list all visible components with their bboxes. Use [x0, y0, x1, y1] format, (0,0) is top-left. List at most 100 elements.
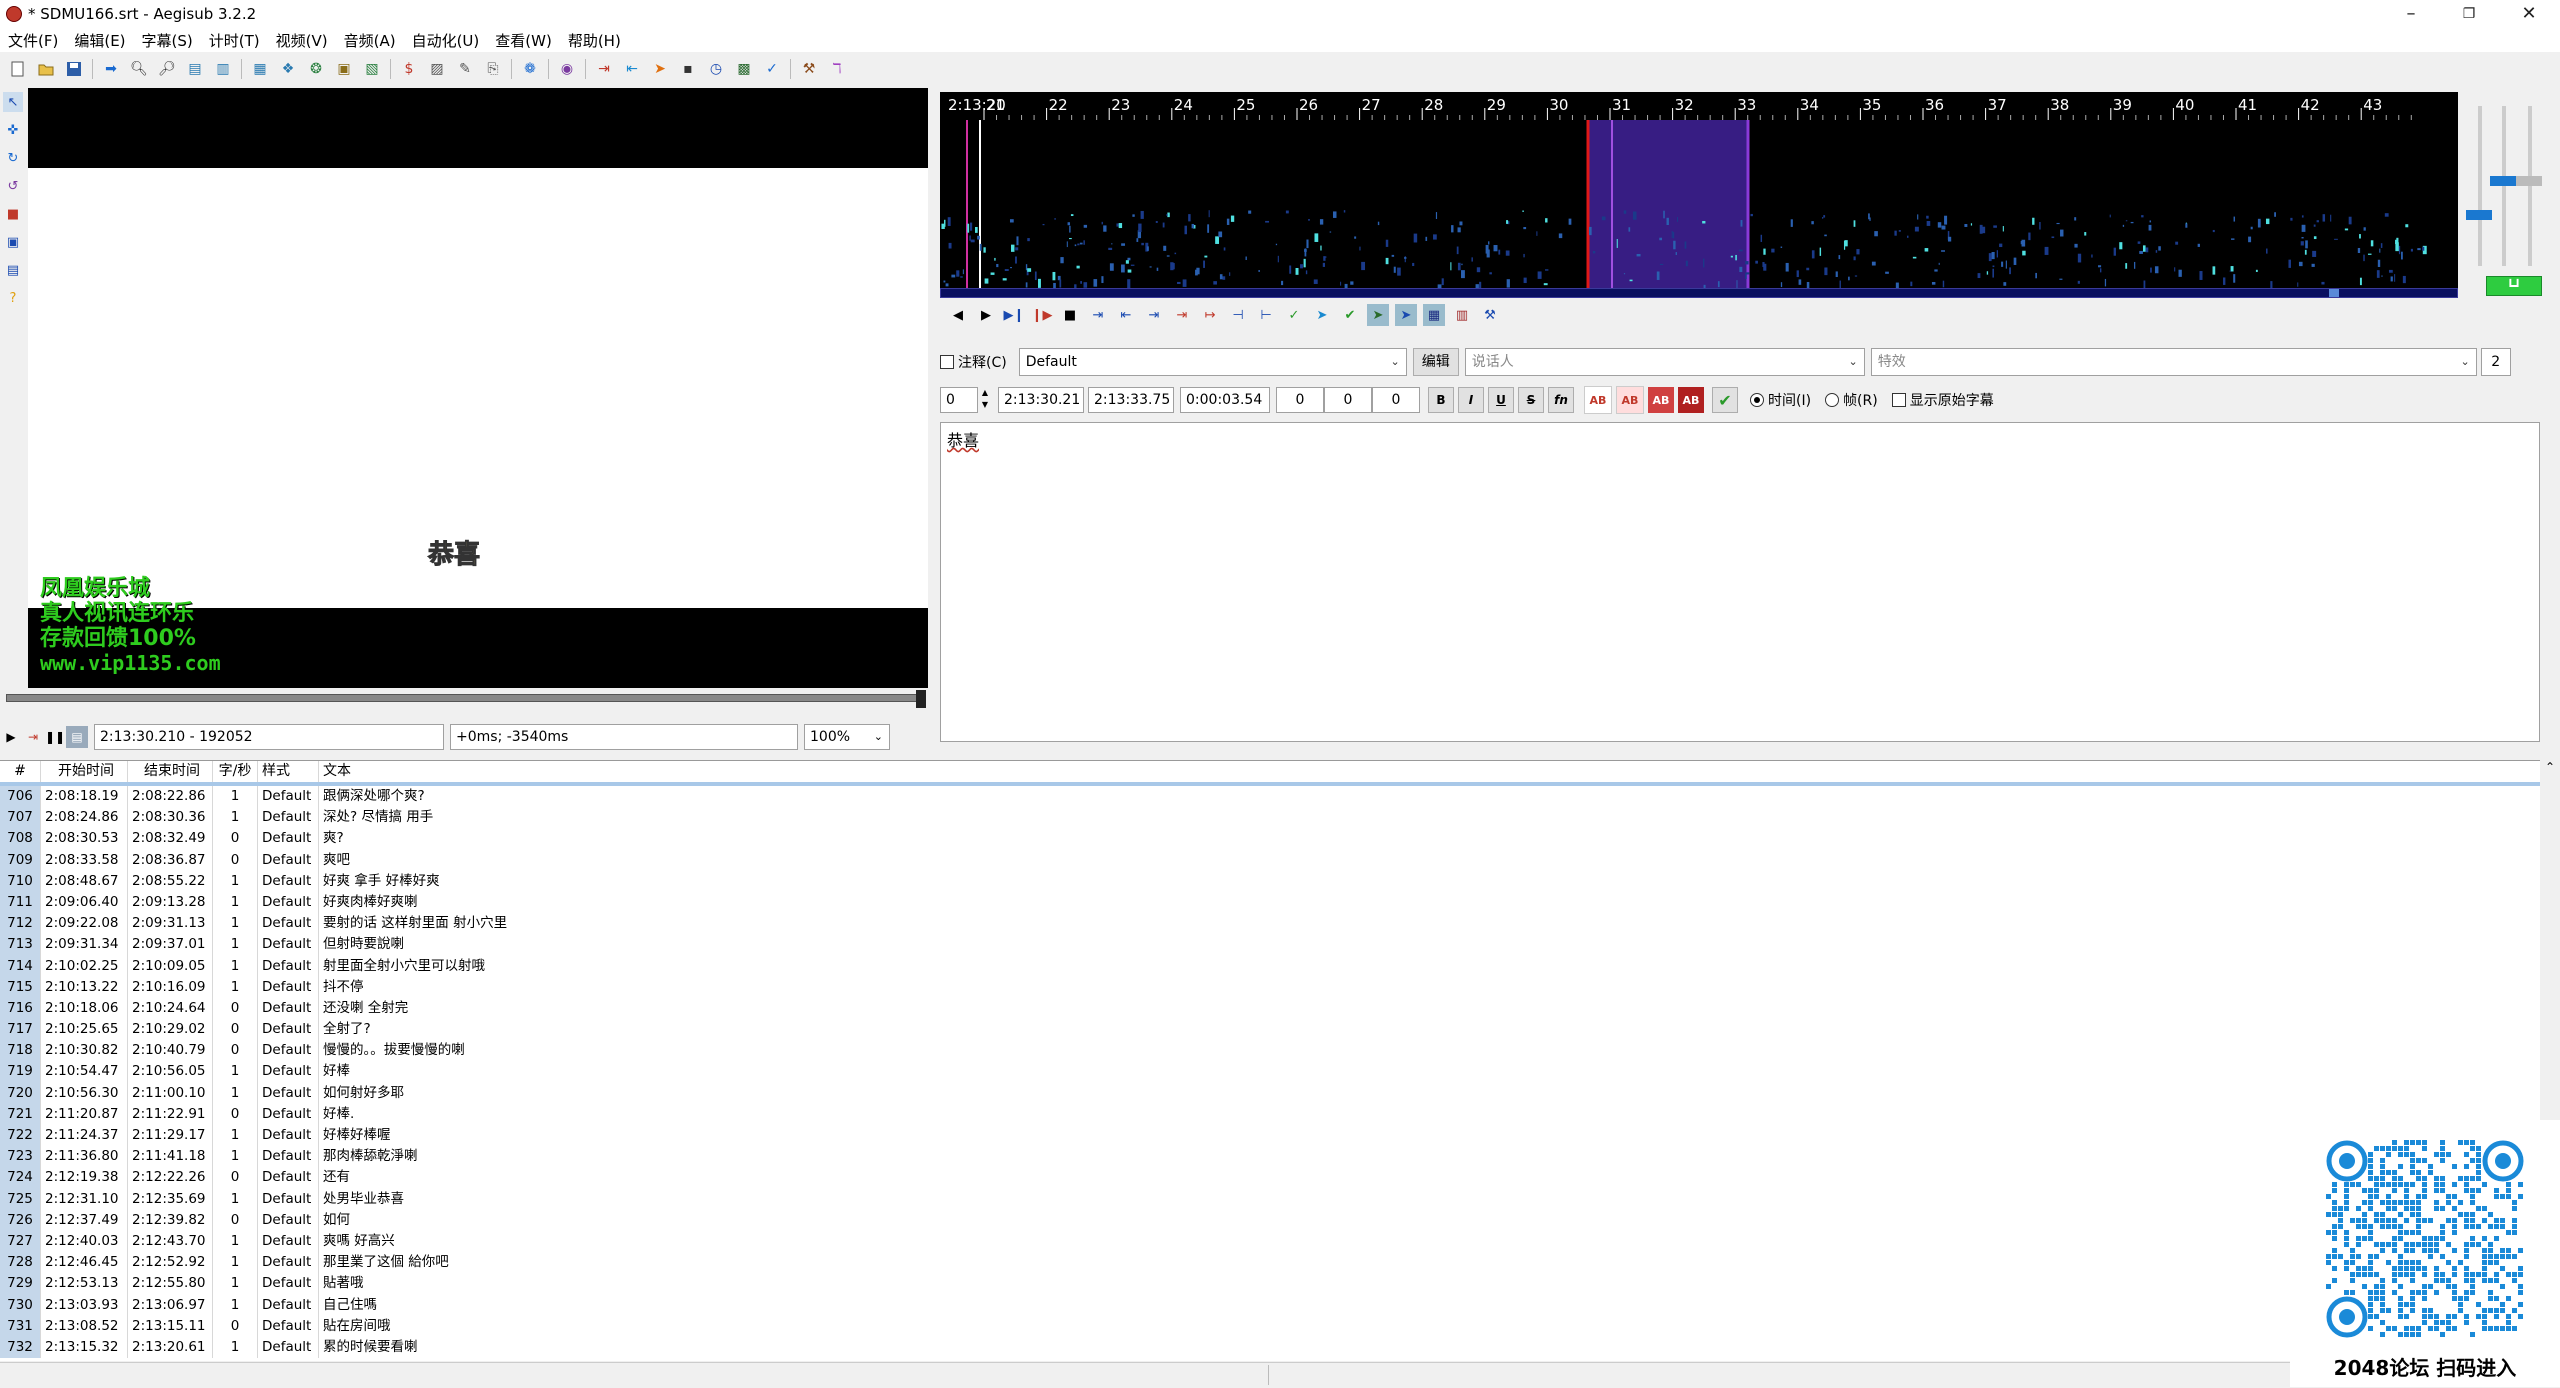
table-row[interactable]: 730 2:13:03.93 2:13:06.97 1 Default 自己住嗎 — [0, 1294, 2540, 1316]
layer-spin-icon[interactable]: ▲ ▼ — [978, 387, 992, 413]
secondary-color-button[interactable]: AB — [1616, 386, 1644, 414]
zoom-out-icon[interactable]: 🔎︎ — [157, 59, 177, 79]
audio-display[interactable]: 2:13:20 21 22 23 24 25 26 27 28 29 30 31 32 33 34 35 36… — [940, 92, 2458, 298]
table-row[interactable]: 723 2:11:36.80 2:11:41.18 1 Default 那肉棒舔乾淨喇 — [0, 1146, 2540, 1168]
menu-subtitle[interactable]: 字幕(S) — [134, 30, 201, 51]
table-row[interactable]: 710 2:08:48.67 2:08:55.22 1 Default 好爽 拿手 好棒好… — [0, 870, 2540, 892]
leadout-icon[interactable]: ⊢ — [1255, 304, 1277, 326]
style-select[interactable]: Default ⌄ — [1018, 348, 1407, 376]
edit-style-button[interactable]: 编辑 — [1412, 348, 1459, 376]
shift-times-icon[interactable]: ⇥ — [594, 59, 614, 79]
select-lines-icon[interactable]: ▤ — [185, 59, 205, 79]
vector-clip-icon[interactable]: ▤ — [3, 260, 23, 280]
menu-audio[interactable]: 音频(A) — [336, 30, 404, 51]
audio-volume-slider-track[interactable] — [2502, 106, 2506, 266]
table-row[interactable]: 722 2:11:24.37 2:11:29.17 1 Default 好棒好棒喔 — [0, 1125, 2540, 1147]
time-radio[interactable] — [1750, 393, 1764, 407]
duration-field[interactable]: 0:00:03.54 — [1180, 387, 1270, 413]
margin-left-field[interactable]: 0 — [1276, 387, 1324, 413]
standard-tool-icon[interactable]: ↖ — [3, 92, 23, 112]
menu-help[interactable]: 帮助(H) — [560, 30, 629, 51]
video-zoom-select[interactable]: 100% ⌄ — [804, 724, 890, 750]
italic-button[interactable]: I — [1458, 387, 1484, 413]
table-row[interactable]: 715 2:10:13.22 2:10:16.09 1 Default 抖不停 — [0, 976, 2540, 998]
table-row[interactable]: 724 2:12:19.38 2:12:22.26 0 Default 还有 — [0, 1167, 2540, 1189]
open-file-icon[interactable] — [36, 59, 56, 79]
margin-right-field[interactable]: 0 — [1324, 387, 1372, 413]
play-before-end-icon[interactable]: ⇥ — [1143, 304, 1165, 326]
menu-video[interactable]: 视频(V) — [268, 30, 336, 51]
menu-view[interactable]: 查看(W) — [487, 30, 560, 51]
underline-button[interactable]: U — [1488, 387, 1514, 413]
audio-link-toggle[interactable]: ┗┛ — [2486, 276, 2542, 296]
table-row[interactable]: 725 2:12:31.10 2:12:35.69 1 Default 处男毕业恭喜 — [0, 1188, 2540, 1210]
snap-start-icon[interactable]: ⇤ — [622, 59, 642, 79]
bold-button[interactable]: B — [1428, 387, 1454, 413]
stop-audio-icon[interactable]: ■ — [1059, 304, 1081, 326]
commit-button[interactable]: ✔ — [1712, 387, 1738, 413]
menu-edit[interactable]: 编辑(E) — [66, 30, 133, 51]
audio-volume-slider-thumb-2[interactable] — [2516, 176, 2542, 186]
play-selection-icon[interactable]: ▶❙ — [1003, 304, 1025, 326]
menu-automation[interactable]: 自动化(U) — [404, 30, 488, 51]
play-to-end-icon[interactable]: ↦ — [1199, 304, 1221, 326]
video-details-icon[interactable]: ▩ — [734, 59, 754, 79]
col-start-header[interactable]: 开始时间 — [41, 761, 128, 782]
table-row[interactable]: 714 2:10:02.25 2:10:09.05 1 Default 射里面全射小穴里可… — [0, 955, 2540, 977]
rotate-xy-icon[interactable]: ↺ — [3, 176, 23, 196]
table-row[interactable]: 711 2:09:06.40 2:09:13.28 1 Default 好爽肉棒好爽喇 — [0, 891, 2540, 914]
table-row[interactable]: 713 2:09:31.34 2:09:37.01 1 Default 但射時要說喇 — [0, 934, 2540, 956]
drag-tool-icon[interactable]: ✜ — [3, 120, 23, 140]
auto-scroll-audio-icon[interactable]: ➤ — [1395, 304, 1417, 326]
spectrum-mode-icon[interactable]: ▦ — [1423, 304, 1445, 326]
zoom-in-icon[interactable]: 🔍︎ — [129, 59, 149, 79]
help-icon[interactable]: ? — [3, 288, 23, 308]
table-row[interactable]: 707 2:08:24.86 2:08:30.36 1 Default 深处? 尽情搞 用… — [0, 807, 2540, 829]
pause-icon[interactable]: ❚❚ — [44, 730, 66, 744]
primary-color-button[interactable]: AB — [1584, 386, 1612, 414]
play-current-line-icon[interactable]: ❙▶ — [1031, 304, 1053, 326]
comment-checkbox[interactable] — [940, 355, 954, 369]
spell-check-icon[interactable]: ⎘ — [483, 59, 503, 79]
table-row[interactable]: 709 2:08:33.58 2:08:36.87 0 Default 爽吧 — [0, 849, 2540, 871]
menu-timing[interactable]: 计时(T) — [201, 30, 268, 51]
table-row[interactable]: 716 2:10:18.06 2:10:24.64 0 Default 还没喇 全射完 — [0, 997, 2540, 1020]
audio-zoom-slider-thumb[interactable] — [2466, 210, 2492, 220]
save-file-icon[interactable] — [64, 59, 84, 79]
video-display[interactable]: 恭喜 恭喜 凤凰娱乐城 真人视讯连环乐 存款回馈100% www.vip1135… — [28, 88, 928, 1200]
attachments-icon[interactable]: ❂ — [306, 59, 326, 79]
col-end-header[interactable]: 结束时间 — [128, 761, 213, 782]
chevron-up-icon[interactable]: ⌃ — [2540, 760, 2560, 774]
audio-volume-slider-thumb[interactable] — [2490, 176, 2516, 186]
properties-icon[interactable]: ▥ — [213, 59, 233, 79]
resample-icon[interactable]: ▧ — [362, 59, 382, 79]
maximize-button[interactable]: ❐ — [2440, 0, 2498, 28]
go-to-next-icon[interactable]: ➤ — [1311, 304, 1333, 326]
subtitle-grid[interactable]: # 开始时间 结束时间 字/秒 样式 文本 706 2:08:18.19 2:08:… — [0, 760, 2540, 1361]
col-num-header[interactable]: # — [0, 761, 41, 782]
auto-commit-icon[interactable]: ✔ — [1339, 304, 1361, 326]
table-row[interactable]: 720 2:10:56.30 2:11:00.10 1 Default 如何射好多耶 — [0, 1082, 2540, 1104]
play-after-start-icon[interactable]: ⇤ — [1115, 304, 1137, 326]
col-cps-header[interactable]: 字/秒 — [213, 761, 258, 782]
strikeout-button[interactable]: S — [1518, 387, 1544, 413]
kanji-timer-icon[interactable]: ◉ — [557, 59, 577, 79]
snap-end-icon[interactable]: ➤ — [650, 59, 670, 79]
table-row[interactable]: 712 2:09:22.08 2:09:31.13 1 Default 要射的话 这样射里… — [0, 913, 2540, 935]
audio-scroll-thumb[interactable] — [2329, 289, 2339, 297]
fonts-collector-icon[interactable]: ▣ — [334, 59, 354, 79]
menu-file[interactable]: 文件(F) — [0, 30, 66, 51]
table-row[interactable]: 727 2:12:40.03 2:12:43.70 1 Default 爽嗎 好高兴 — [0, 1230, 2540, 1253]
video-offset-field[interactable]: +0ms; -3540ms — [450, 724, 798, 750]
auto-scroll-icon[interactable]: ▤ — [66, 726, 88, 748]
table-row[interactable]: 717 2:10:25.65 2:10:29.02 0 Default 全射了? — [0, 1019, 2540, 1041]
clip-tool-icon[interactable]: ▣ — [3, 232, 23, 252]
translation-assistant-icon[interactable]: ▨ — [427, 59, 447, 79]
leadin-icon[interactable]: ⊣ — [1227, 304, 1249, 326]
start-time-field[interactable]: 2:13:30.21 — [998, 387, 1084, 413]
karaoke-mode-icon[interactable]: ▥ — [1451, 304, 1473, 326]
auto-next-icon[interactable]: ➤ — [1367, 304, 1389, 326]
frame-radio[interactable] — [1825, 393, 1840, 407]
table-row[interactable]: 708 2:08:30.53 2:08:32.49 0 Default 爽? — [0, 828, 2540, 850]
commit-icon[interactable]: ✓ — [1283, 304, 1305, 326]
